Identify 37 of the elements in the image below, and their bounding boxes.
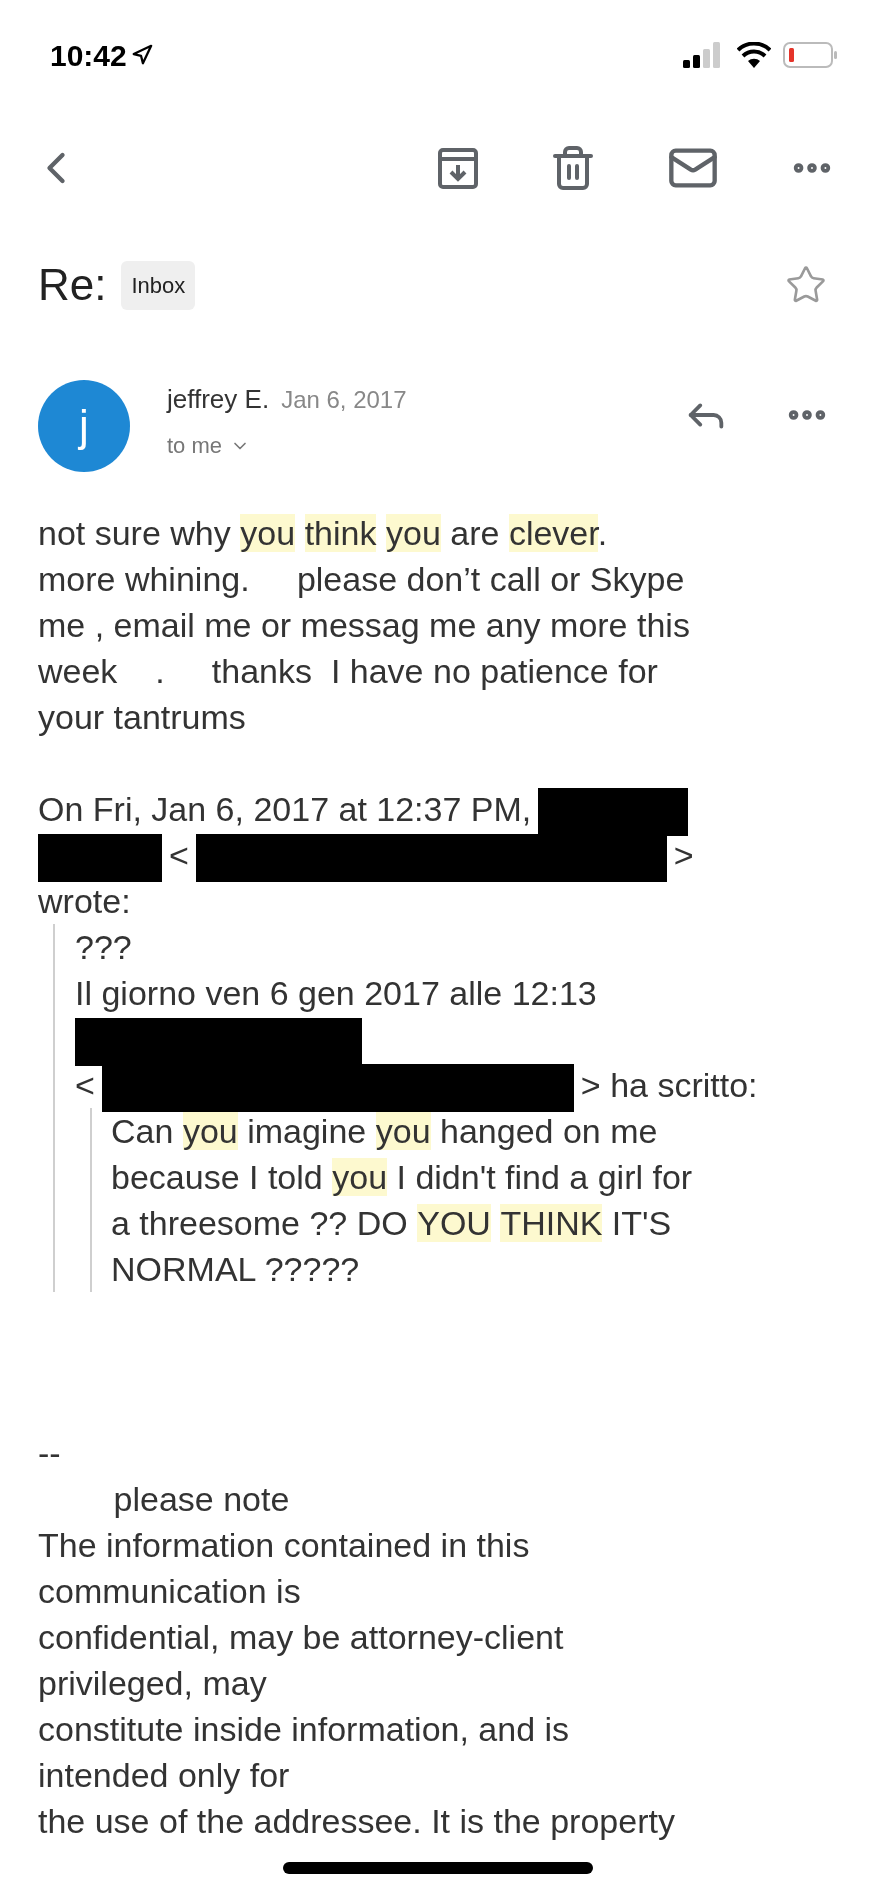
text-line: Can you imagine you hanged on me bbox=[111, 1111, 659, 1152]
text-line: NORMAL ????? bbox=[111, 1249, 361, 1290]
location-arrow-icon bbox=[130, 44, 153, 66]
text-line: because I told you I didn't find a girl for bbox=[111, 1157, 694, 1198]
quote-header-text: > bbox=[673, 836, 694, 874]
text-line: -- bbox=[38, 1433, 62, 1474]
text-line: me , email me or messag me any more this bbox=[38, 605, 691, 646]
text-line: your tantrums bbox=[38, 697, 247, 738]
quote-header-text: On Fri, Jan 6, 2017 at 12:37 PM, bbox=[38, 790, 532, 828]
text-line: The information contained in this bbox=[38, 1525, 531, 1566]
message-date: Jan 6, 2017 bbox=[281, 385, 407, 415]
recipient-toggle[interactable]: to me bbox=[167, 429, 407, 462]
avatar: j bbox=[38, 380, 130, 472]
status-time: 10:42 bbox=[50, 37, 127, 74]
text-line: the use of the addressee. It is the property bbox=[38, 1801, 676, 1842]
text-line: more whining. please don’t call or Skype bbox=[38, 559, 686, 600]
battery-icon bbox=[783, 41, 839, 69]
text-line: a threesome ?? DO YOU THINK IT'S bbox=[111, 1203, 673, 1244]
text-line: confidential, may be attorney-client bbox=[38, 1617, 565, 1658]
quote-header-text: > ha scritto: bbox=[580, 1066, 758, 1104]
text-line: Il giorno ven 6 gen 2017 alle 12:13 bbox=[75, 973, 598, 1014]
quote-header-text: < bbox=[75, 1066, 95, 1104]
text-line: wrote: bbox=[38, 881, 132, 922]
quote-header-text: < bbox=[169, 836, 189, 874]
text-line: constitute inside information, and is bbox=[38, 1709, 571, 1750]
wifi-icon bbox=[737, 42, 771, 68]
text-line: privileged, may bbox=[38, 1663, 268, 1704]
text-line: week . thanks I have no patience for bbox=[38, 651, 659, 692]
sender-name: jeffrey E. bbox=[167, 383, 270, 416]
text-line: intended only for bbox=[38, 1755, 291, 1796]
subject-title: Re: bbox=[38, 259, 107, 311]
text-line: please note bbox=[112, 1479, 291, 1520]
archive-icon[interactable] bbox=[437, 145, 479, 190]
text-line: communication is bbox=[38, 1571, 302, 1612]
text-line: not sure why you think you are clever. bbox=[38, 513, 609, 554]
text-line: ??? bbox=[75, 927, 133, 968]
inbox-label[interactable]: Inbox bbox=[121, 260, 196, 310]
